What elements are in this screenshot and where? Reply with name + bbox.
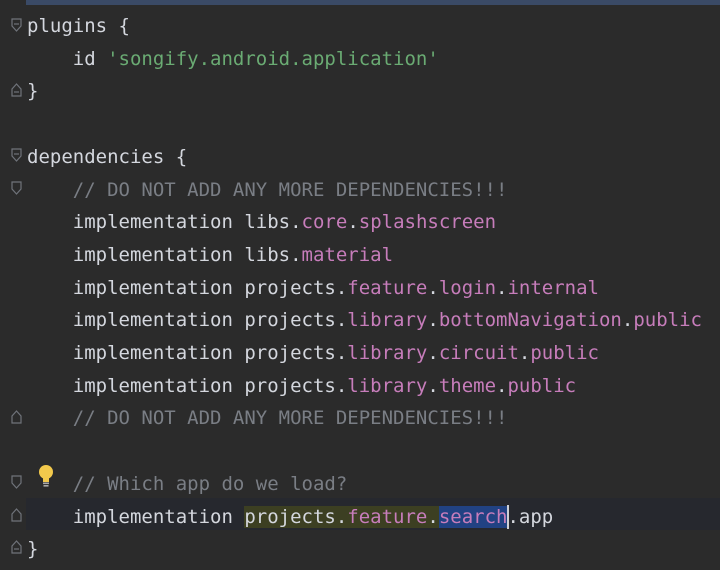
code-token: 'songify.android.application' <box>107 47 439 70</box>
fold-marker-icon[interactable] <box>11 475 22 489</box>
code-line[interactable]: implementation projects.library.circuit.… <box>27 337 599 369</box>
fold-marker-icon[interactable] <box>11 18 22 32</box>
code-token: . <box>347 211 359 234</box>
code-line[interactable]: implementation projects.library.bottomNa… <box>27 304 702 336</box>
code-token: projects. <box>244 505 348 528</box>
code-line[interactable]: implementation projects.library.theme.pu… <box>27 370 576 402</box>
code-token: implementation projects. <box>27 374 348 397</box>
code-token: login <box>438 276 497 299</box>
code-token: // Which app do we load? <box>27 472 348 495</box>
code-token: core <box>301 211 348 234</box>
code-token: library <box>347 342 428 364</box>
code-token: library <box>347 309 428 332</box>
code-token: internal <box>507 276 599 299</box>
code-token: plugins { <box>27 15 130 37</box>
code-token: . <box>427 342 439 364</box>
code-line[interactable]: // Which app do we load? <box>27 468 348 500</box>
code-token: implementation projects. <box>27 342 348 364</box>
fold-marker-icon[interactable] <box>11 148 22 162</box>
code-token: . <box>427 374 439 397</box>
code-token: public <box>507 374 577 397</box>
code-token: feature <box>347 505 428 528</box>
fold-marker-icon[interactable] <box>11 508 22 522</box>
code-token: // DO NOT ADD ANY MORE DEPENDENCIES!!! <box>27 407 508 430</box>
code-line[interactable]: // DO NOT ADD ANY MORE DEPENDENCIES!!! <box>27 402 508 434</box>
code-token: splashscreen <box>358 211 497 234</box>
fold-marker-icon[interactable] <box>11 410 22 424</box>
code-token: . <box>621 309 634 332</box>
code-token: } <box>27 538 39 561</box>
code-line[interactable]: implementation libs.material <box>27 239 393 271</box>
code-token: feature <box>347 276 428 299</box>
code-line[interactable]: implementation libs.core.splashscreen <box>27 206 496 238</box>
code-token: library <box>347 374 428 397</box>
code-token: . <box>427 505 439 528</box>
code-line[interactable]: implementation projects.feature.search.a… <box>27 501 553 533</box>
fold-marker-icon[interactable] <box>11 83 22 97</box>
code-token: search <box>438 505 508 528</box>
code-line[interactable]: // DO NOT ADD ANY MORE DEPENDENCIES!!! <box>27 174 508 206</box>
code-token: implementation <box>27 505 245 528</box>
code-line[interactable]: id 'songify.android.application' <box>27 43 439 75</box>
fold-marker-icon[interactable] <box>11 540 22 554</box>
code-token: public <box>530 342 599 364</box>
code-token: implementation libs. <box>27 243 302 266</box>
code-token: . <box>427 276 439 299</box>
code-token: circuit <box>438 342 519 364</box>
code-token: dependencies { <box>27 145 188 168</box>
code-line[interactable]: } <box>27 533 38 565</box>
code-line[interactable]: } <box>27 75 38 107</box>
code-token: .app <box>507 505 554 528</box>
code-token: . <box>496 374 508 397</box>
fold-marker-icon[interactable] <box>11 181 22 195</box>
code-token: implementation projects. <box>27 309 348 332</box>
code-token: . <box>518 342 531 364</box>
code-line[interactable]: implementation projects.feature.login.in… <box>27 272 599 304</box>
code-token: material <box>301 243 394 266</box>
code-line[interactable]: plugins { <box>27 10 130 42</box>
code-token: public <box>633 309 702 332</box>
code-token: . <box>496 276 508 299</box>
code-token: theme <box>438 374 497 397</box>
code-token: id <box>27 47 108 70</box>
code-token: // DO NOT ADD ANY MORE DEPENDENCIES!!! <box>27 178 508 201</box>
code-token: . <box>427 309 439 332</box>
editor-top-border <box>0 0 720 5</box>
code-token: } <box>27 80 39 103</box>
code-editor[interactable]: plugins { id 'songify.android.applicatio… <box>0 0 720 570</box>
code-token: implementation projects. <box>27 276 348 299</box>
code-line[interactable]: dependencies { <box>27 141 187 173</box>
code-token: implementation libs. <box>27 211 302 234</box>
code-token: bottomNavigation <box>438 309 622 332</box>
